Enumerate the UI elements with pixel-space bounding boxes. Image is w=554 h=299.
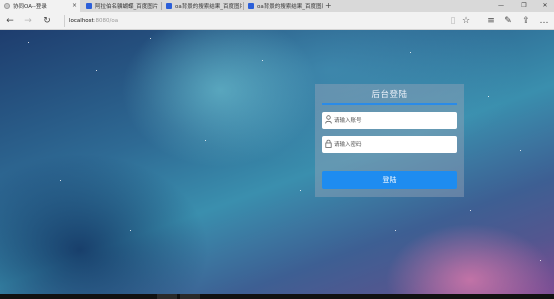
taskbar-item[interactable] <box>180 294 200 299</box>
refresh-icon[interactable]: ↻ <box>41 15 53 27</box>
hub-icon[interactable]: ≡ <box>485 15 497 27</box>
star <box>488 96 489 97</box>
taskbar <box>0 294 554 299</box>
tab-close-icon[interactable]: × <box>72 2 77 9</box>
star <box>410 52 411 53</box>
share-icon[interactable]: ⇪ <box>520 15 532 27</box>
restore-button[interactable]: ❐ <box>519 0 529 12</box>
taskbar-item[interactable] <box>157 294 177 299</box>
tab-baidu-butterfly[interactable]: 阿拉伯名骥蝴蝶_百度图片 <box>82 0 160 12</box>
star <box>470 210 471 211</box>
browser-toolbar: ← → ↻ localhost:8080/oa ▯ ☆ ≡ ✎ ⇪ … <box>0 12 554 30</box>
star <box>520 150 521 151</box>
lock-icon <box>324 139 332 149</box>
address-host: localhost <box>69 18 94 24</box>
tab-oa-login[interactable]: 协同OA--登录 × <box>0 0 80 12</box>
tab-title: oa背景的搜索结果_百度图片 <box>175 4 242 10</box>
login-title: 后台登陆 <box>371 90 408 100</box>
star <box>395 230 396 231</box>
star <box>205 140 206 141</box>
globe-icon <box>4 3 10 9</box>
tab-title: 阿拉伯名骥蝴蝶_百度图片 <box>95 4 159 10</box>
login-card: 后台登陆 登陆 <box>315 84 464 197</box>
address-bar[interactable]: localhost:8080/oa <box>64 15 444 27</box>
username-input[interactable] <box>334 112 454 129</box>
baidu-paw-icon <box>86 3 92 9</box>
minimize-button[interactable]: — <box>496 0 506 12</box>
back-arrow-icon[interactable]: ← <box>4 15 16 27</box>
user-icon <box>324 115 332 125</box>
baidu-paw-icon <box>248 3 254 9</box>
reading-view-icon[interactable]: ▯ <box>447 15 459 27</box>
browser-window: 协同OA--登录 × 阿拉伯名骥蝴蝶_百度图片 oa背景的搜索结果_百度图片 o… <box>0 0 554 299</box>
username-field[interactable] <box>322 112 457 129</box>
star <box>28 42 29 43</box>
star <box>96 70 97 71</box>
star <box>150 38 151 39</box>
more-options-icon[interactable]: … <box>538 15 550 27</box>
login-button[interactable]: 登陆 <box>322 171 457 189</box>
baidu-paw-icon <box>166 3 172 9</box>
forward-arrow-icon[interactable]: → <box>22 15 34 27</box>
star <box>60 180 61 181</box>
star <box>262 60 263 61</box>
tab-baidu-oa-bg-2[interactable]: oa背景的搜索结果_百度图片 <box>244 0 323 12</box>
star <box>300 190 301 191</box>
star <box>130 230 131 231</box>
close-window-button[interactable]: ✕ <box>540 0 550 12</box>
new-tab-button[interactable]: + <box>325 0 332 12</box>
tab-title: 协同OA--登录 <box>13 4 47 10</box>
address-path: :8080/oa <box>93 18 119 24</box>
tab-baidu-oa-bg-1[interactable]: oa背景的搜索结果_百度图片 <box>162 0 242 12</box>
password-field[interactable] <box>322 136 457 153</box>
title-divider <box>322 103 457 105</box>
password-input[interactable] <box>334 136 454 153</box>
page-viewport: 后台登陆 登陆 <box>0 30 554 294</box>
favorite-star-icon[interactable]: ☆ <box>460 15 472 27</box>
star <box>540 260 541 261</box>
tab-bar: 协同OA--登录 × 阿拉伯名骥蝴蝶_百度图片 oa背景的搜索结果_百度图片 o… <box>0 0 554 12</box>
web-note-icon[interactable]: ✎ <box>502 15 514 27</box>
tab-title: oa背景的搜索结果_百度图片 <box>257 4 323 10</box>
